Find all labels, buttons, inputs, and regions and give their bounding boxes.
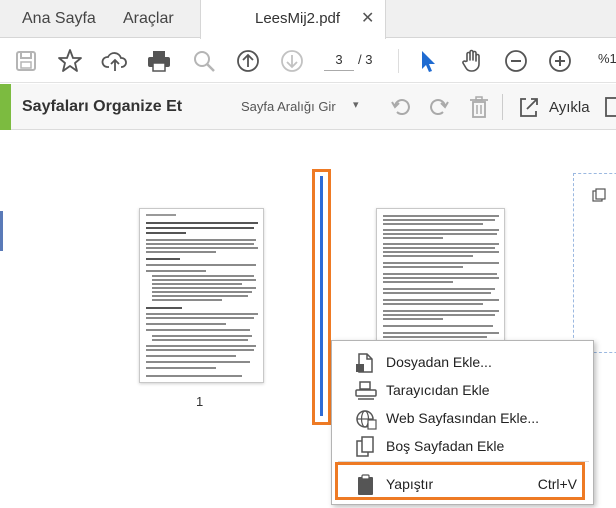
menu-item-insert-from-scanner[interactable]: Tarayıcıdan Ekle xyxy=(332,376,595,404)
tab-document[interactable]: LeesMij2.pdf ✕ xyxy=(200,0,386,39)
tab-document-label: LeesMij2.pdf xyxy=(255,10,341,27)
organize-divider xyxy=(502,94,503,120)
rotate-left-icon[interactable] xyxy=(389,94,415,120)
menu-item-insert-from-web-page[interactable]: Web Sayfasından Ekle... xyxy=(332,404,595,432)
menu-item-label: Web Sayfasından Ekle... xyxy=(386,410,540,426)
blank-page-icon xyxy=(354,436,378,458)
select-cursor-icon[interactable] xyxy=(414,47,442,75)
next-page-icon[interactable] xyxy=(278,47,306,75)
web-page-icon xyxy=(354,408,378,430)
menu-item-insert-from-file[interactable]: Dosyadan Ekle... xyxy=(332,348,595,376)
page-thumbnail-number: 1 xyxy=(196,394,204,409)
organize-accent-bar xyxy=(0,84,11,130)
zoom-level[interactable]: %1 xyxy=(598,51,616,66)
insert-pages-icon[interactable] xyxy=(591,187,607,203)
tab-home[interactable]: Ana Sayfa xyxy=(22,0,96,38)
save-icon[interactable] xyxy=(12,47,40,75)
toolbar-divider xyxy=(398,49,399,73)
main-toolbar: 3 / 3 %1 xyxy=(0,39,616,83)
organize-toolbar: Sayfaları Organize Et Sayfa Aralığı Gir … xyxy=(0,84,616,130)
bookmark-star-icon[interactable] xyxy=(56,47,84,75)
tab-bar: Ana Sayfa Araçlar LeesMij2.pdf ✕ xyxy=(0,0,616,39)
zoom-search-icon[interactable] xyxy=(190,47,218,75)
menu-item-label: Boş Sayfadan Ekle xyxy=(386,438,505,454)
paste-highlight xyxy=(335,462,585,500)
page-range-dropdown[interactable]: Sayfa Aralığı Gir xyxy=(241,99,336,114)
extract-button[interactable]: Ayıkla xyxy=(549,99,590,116)
delete-trash-icon[interactable] xyxy=(466,94,492,120)
tab-tools[interactable]: Araçlar xyxy=(123,0,174,38)
chevron-down-icon[interactable]: ▾ xyxy=(353,98,359,111)
menu-item-insert-blank-page[interactable]: Boş Sayfadan Ekle xyxy=(332,432,595,460)
page-thumbnail-1[interactable] xyxy=(139,208,264,383)
zoom-out-icon[interactable] xyxy=(502,47,530,75)
left-panel-edge xyxy=(0,211,3,251)
previous-page-icon[interactable] xyxy=(234,47,262,75)
organize-title: Sayfaları Organize Et xyxy=(22,98,183,115)
page-total: / 3 xyxy=(358,52,373,67)
rotate-right-icon[interactable] xyxy=(425,94,451,120)
insert-marker-highlight xyxy=(312,169,331,425)
menu-item-label: Dosyadan Ekle... xyxy=(386,354,492,370)
split-page-icon[interactable] xyxy=(604,94,616,120)
print-icon[interactable] xyxy=(145,47,173,75)
extract-icon[interactable] xyxy=(516,94,542,120)
scanner-icon xyxy=(354,380,378,402)
cloud-upload-icon[interactable] xyxy=(101,47,129,75)
file-add-icon xyxy=(354,352,378,374)
hand-tool-icon[interactable] xyxy=(458,47,486,75)
menu-item-label: Tarayıcıdan Ekle xyxy=(386,382,490,398)
zoom-in-icon[interactable] xyxy=(546,47,574,75)
close-tab-icon[interactable]: ✕ xyxy=(361,0,374,38)
page-number-input[interactable]: 3 xyxy=(324,49,354,71)
